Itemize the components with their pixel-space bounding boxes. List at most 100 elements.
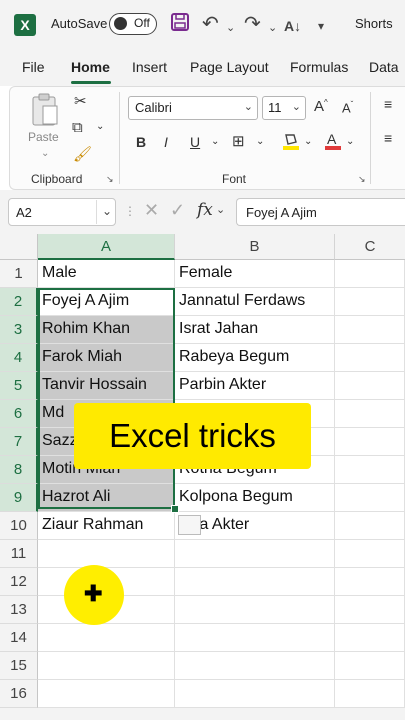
paste-icon[interactable] <box>30 92 60 128</box>
decrease-font-size-icon[interactable]: Aˇ <box>342 100 353 115</box>
cell-b15[interactable] <box>175 652 335 680</box>
file-name[interactable]: Shorts <box>355 16 393 31</box>
cell-c7[interactable] <box>335 428 405 456</box>
cell-b2[interactable]: Jannatul Ferdaws <box>175 288 335 316</box>
increase-font-size-icon[interactable]: A^ <box>314 98 328 115</box>
font-name-select[interactable]: Calibri ⌄ <box>128 96 258 120</box>
tab-file[interactable]: File <box>22 59 45 75</box>
font-size-select[interactable]: 11 ⌄ <box>262 96 306 120</box>
redo-icon[interactable]: ↷ <box>244 12 261 36</box>
cell-b4[interactable]: Rabeya Begum <box>175 344 335 372</box>
cell-b16[interactable] <box>175 680 335 708</box>
cell-b11[interactable] <box>175 540 335 568</box>
borders-icon[interactable]: ⊞ <box>232 132 245 150</box>
cell-a10[interactable]: Ziaur Rahman <box>38 512 175 540</box>
align-top-icon[interactable]: ≡ <box>384 96 392 112</box>
underline-button[interactable]: U <box>190 134 200 150</box>
clipboard-launcher-icon[interactable]: ↘ <box>106 174 114 185</box>
fill-color-dropdown-icon[interactable]: ⌄ <box>304 136 312 147</box>
fx-dropdown-icon[interactable]: ⌄ <box>216 203 225 216</box>
cell-a14[interactable] <box>38 624 175 652</box>
cell-c3[interactable] <box>335 316 405 344</box>
select-all-corner[interactable] <box>0 234 38 260</box>
quick-analysis-icon[interactable] <box>178 515 201 535</box>
column-header-c[interactable]: C <box>335 234 405 260</box>
cell-c13[interactable] <box>335 596 405 624</box>
cell-a1[interactable]: Male <box>38 260 175 288</box>
cell-c12[interactable] <box>335 568 405 596</box>
row-header[interactable]: 4 <box>0 344 38 372</box>
row-header[interactable]: 14 <box>0 624 38 652</box>
cell-a2[interactable]: Foyej A Ajim <box>38 288 175 316</box>
save-icon[interactable] <box>170 12 190 38</box>
row-header[interactable]: 5 <box>0 372 38 400</box>
cell-c2[interactable] <box>335 288 405 316</box>
name-box-dropdown-icon[interactable]: ⌄ <box>96 200 117 224</box>
cell-c15[interactable] <box>335 652 405 680</box>
cell-a5[interactable]: Tanvir Hossain <box>38 372 175 400</box>
row-header[interactable]: 8 <box>0 456 38 484</box>
cell-b1[interactable]: Female <box>175 260 335 288</box>
bold-button[interactable]: B <box>136 134 146 150</box>
tab-data[interactable]: Data <box>369 59 399 75</box>
tab-page-layout[interactable]: Page Layout <box>190 59 269 75</box>
cell-c9[interactable] <box>335 484 405 512</box>
cell-b14[interactable] <box>175 624 335 652</box>
undo-dropdown-icon[interactable]: ⌄ <box>226 16 235 40</box>
tab-insert[interactable]: Insert <box>132 59 167 75</box>
row-header[interactable]: 10 <box>0 512 38 540</box>
cell-a3[interactable]: Rohim Khan <box>38 316 175 344</box>
tab-home[interactable]: Home <box>71 59 110 75</box>
cell-c8[interactable] <box>335 456 405 484</box>
cancel-icon[interactable]: ✕ <box>144 200 159 221</box>
sort-az-icon[interactable]: A↓ <box>284 14 301 38</box>
cell-a11[interactable] <box>38 540 175 568</box>
cell-a15[interactable] <box>38 652 175 680</box>
cell-a16[interactable] <box>38 680 175 708</box>
cell-c6[interactable] <box>335 400 405 428</box>
customize-toolbar-icon[interactable]: ▾ <box>318 14 324 38</box>
cell-a4[interactable]: Farok Miah <box>38 344 175 372</box>
column-header-a[interactable]: A <box>38 234 175 260</box>
paste-label[interactable]: Paste <box>28 130 59 144</box>
row-header[interactable]: 6 <box>0 400 38 428</box>
copy-icon[interactable]: ⧉ <box>72 119 83 136</box>
copy-dropdown-icon[interactable]: ⌄ <box>96 121 104 132</box>
cell-b5[interactable]: Parbin Akter <box>175 372 335 400</box>
cell-c16[interactable] <box>335 680 405 708</box>
column-header-b[interactable]: B <box>175 234 335 260</box>
cell-b9[interactable]: Kolpona Begum <box>175 484 335 512</box>
format-painter-icon[interactable]: 🖌 <box>73 145 92 163</box>
row-header[interactable]: 1 <box>0 260 38 288</box>
underline-dropdown-icon[interactable]: ⌄ <box>211 136 219 147</box>
row-header[interactable]: 2 <box>0 288 38 316</box>
row-header[interactable]: 12 <box>0 568 38 596</box>
row-header[interactable]: 9 <box>0 484 38 512</box>
font-color-dropdown-icon[interactable]: ⌄ <box>346 136 354 147</box>
tab-formulas[interactable]: Formulas <box>290 59 348 75</box>
redo-dropdown-icon[interactable]: ⌄ <box>268 16 277 40</box>
row-header[interactable]: 11 <box>0 540 38 568</box>
insert-function-icon[interactable]: fx <box>197 200 213 220</box>
cut-icon[interactable]: ✂ <box>74 92 87 110</box>
undo-icon[interactable]: ↶ <box>202 12 219 36</box>
autosave-toggle[interactable]: Off <box>109 13 157 35</box>
font-color-icon[interactable]: A <box>324 130 342 152</box>
borders-dropdown-icon[interactable]: ⌄ <box>256 136 264 147</box>
align-left-icon[interactable]: ≡ <box>384 130 392 146</box>
cell-a9[interactable]: Hazrot Ali <box>38 484 175 512</box>
cell-b13[interactable] <box>175 596 335 624</box>
font-launcher-icon[interactable]: ↘ <box>358 174 366 185</box>
cell-b3[interactable]: Israt Jahan <box>175 316 335 344</box>
cell-c11[interactable] <box>335 540 405 568</box>
row-header[interactable]: 3 <box>0 316 38 344</box>
cell-b12[interactable] <box>175 568 335 596</box>
fill-handle[interactable] <box>171 505 179 513</box>
row-header[interactable]: 15 <box>0 652 38 680</box>
row-header[interactable]: 7 <box>0 428 38 456</box>
enter-icon[interactable]: ✓ <box>170 200 185 221</box>
cell-c14[interactable] <box>335 624 405 652</box>
fill-color-icon[interactable] <box>282 132 300 152</box>
italic-button[interactable]: I <box>164 134 168 150</box>
row-header[interactable]: 13 <box>0 596 38 624</box>
